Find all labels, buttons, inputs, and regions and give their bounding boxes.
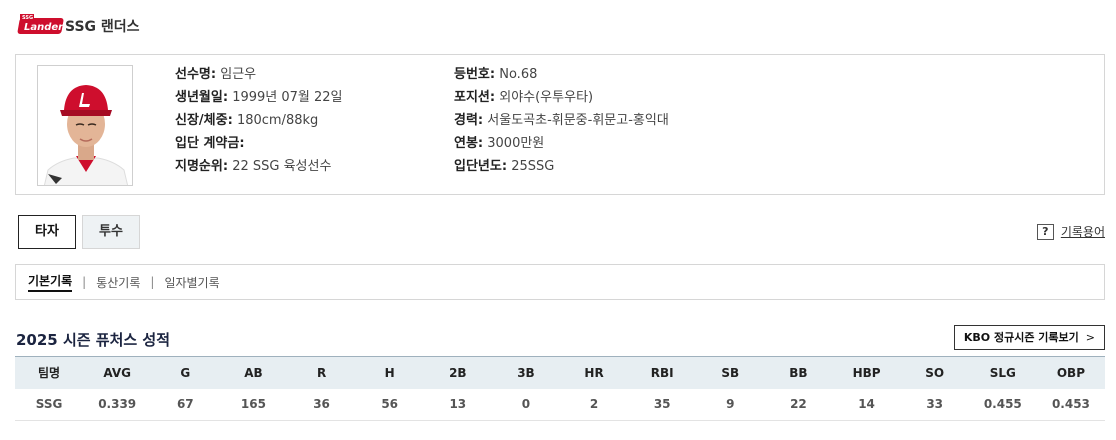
season-stats-table: 팀명 AVG G AB R H 2B 3B HR RBI SB BB HBP S… bbox=[15, 356, 1105, 421]
info-label: 경력: bbox=[454, 113, 484, 128]
col-header: RBI bbox=[628, 356, 697, 389]
table-cell: 67 bbox=[151, 388, 220, 421]
table-cell: 2 bbox=[560, 388, 629, 421]
info-value: 180cm/88kg bbox=[236, 113, 319, 128]
tab-batter[interactable]: 타자 bbox=[18, 215, 76, 249]
col-header: 2B bbox=[423, 356, 492, 389]
info-label: 선수명: bbox=[175, 67, 217, 82]
info-value: 25SSG bbox=[511, 159, 555, 174]
info-row-position: 포지션: 외야수(우투우타) bbox=[454, 88, 669, 111]
tab-pitcher[interactable]: 투수 bbox=[82, 215, 140, 249]
col-header: G bbox=[151, 356, 220, 389]
landers-logo-text: Landers bbox=[24, 22, 64, 33]
info-row-join-year: 입단년도: 25SSG bbox=[454, 157, 669, 180]
table-cell: 165 bbox=[219, 388, 288, 421]
glossary-link[interactable]: ? 기록용어 bbox=[1036, 223, 1105, 240]
col-header: AVG bbox=[83, 356, 152, 389]
col-header: SB bbox=[696, 356, 765, 389]
info-value: 서울도곡초-휘문중-휘문고-홍익대 bbox=[487, 113, 669, 128]
info-row-height-weight: 신장/체중: 180cm/88kg bbox=[175, 111, 343, 134]
stats-header-row: 팀명 AVG G AB R H 2B 3B HR RBI SB BB HBP S… bbox=[15, 356, 1105, 389]
info-row-career: 경력: 서울도곡초-휘문중-휘문고-홍익대 bbox=[454, 111, 669, 134]
table-cell: 35 bbox=[628, 388, 697, 421]
table-cell: 0 bbox=[491, 388, 560, 421]
info-value: 임근우 bbox=[220, 67, 257, 82]
info-row-birthdate: 생년월일: 1999년 07월 22일 bbox=[175, 88, 343, 111]
subtab-divider: | bbox=[150, 275, 155, 289]
table-cell: 33 bbox=[900, 388, 969, 421]
season-stats-title: 2025 시즌 퓨처스 성적 bbox=[16, 331, 171, 349]
info-row-signing-bonus: 입단 계약금: bbox=[175, 134, 343, 157]
profile-info-left: 선수명: 임근우 생년월일: 1999년 07월 22일 신장/체중: 180c… bbox=[175, 65, 343, 180]
table-cell: 0.455 bbox=[968, 388, 1037, 421]
player-profile-card: 선수명: 임근우 생년월일: 1999년 07월 22일 신장/체중: 180c… bbox=[15, 54, 1105, 195]
col-header: 3B bbox=[491, 356, 560, 389]
col-header: BB bbox=[764, 356, 833, 389]
table-cell: 14 bbox=[832, 388, 901, 421]
table-cell: 0.339 bbox=[83, 388, 152, 421]
info-label: 연봉: bbox=[454, 136, 484, 151]
info-value: 1999년 07월 22일 bbox=[232, 90, 343, 105]
info-row-draft: 지명순위: 22 SSG 육성선수 bbox=[175, 157, 343, 180]
subtab-career-records[interactable]: 통산기록 bbox=[96, 274, 140, 291]
col-header: SO bbox=[900, 356, 969, 389]
kbo-regular-season-button[interactable]: KBO 정규시즌 기록보기 > bbox=[953, 325, 1105, 350]
info-value: 22 SSG 육성선수 bbox=[232, 159, 332, 174]
glossary-label: 기록용어 bbox=[1060, 225, 1105, 239]
info-label: 생년월일: bbox=[175, 90, 229, 105]
table-cell: 9 bbox=[696, 388, 765, 421]
info-label: 입단 계약금: bbox=[175, 136, 245, 151]
info-row-salary: 연봉: 3000만원 bbox=[454, 134, 669, 157]
col-header: SLG bbox=[968, 356, 1037, 389]
info-value: 3000만원 bbox=[487, 136, 545, 151]
info-label: 지명순위: bbox=[175, 159, 229, 174]
player-portrait-icon bbox=[38, 66, 132, 185]
player-photo bbox=[37, 65, 133, 186]
info-label: 신장/체중: bbox=[175, 113, 233, 128]
team-name: SSG 랜더스 bbox=[65, 19, 140, 35]
info-row-name: 선수명: 임근우 bbox=[175, 65, 343, 88]
chevron-right-icon: > bbox=[1085, 331, 1095, 344]
table-cell: 36 bbox=[287, 388, 356, 421]
table-cell: 0.453 bbox=[1036, 388, 1105, 421]
help-icon: ? bbox=[1036, 223, 1054, 240]
record-subtabs: 기본기록 | 통산기록 | 일자별기록 bbox=[15, 264, 1105, 300]
table-row: SSG 0.339 67 165 36 56 13 0 2 35 9 22 14… bbox=[15, 388, 1105, 421]
subtab-divider: | bbox=[82, 275, 87, 289]
landers-logo: SSG Landers bbox=[17, 14, 64, 34]
col-header: OBP bbox=[1036, 356, 1105, 389]
table-cell: 22 bbox=[764, 388, 833, 421]
info-label: 입단년도: bbox=[454, 159, 508, 174]
profile-info-right: 등번호: No.68 포지션: 외야수(우투우타) 경력: 서울도곡초-휘문중-… bbox=[454, 65, 669, 180]
col-header: HBP bbox=[832, 356, 901, 389]
landers-logo-small-text: SSG bbox=[22, 15, 33, 21]
col-header: R bbox=[287, 356, 356, 389]
info-row-uniform-number: 등번호: No.68 bbox=[454, 65, 669, 88]
subtab-daily-records[interactable]: 일자별기록 bbox=[164, 274, 219, 291]
table-cell: SSG bbox=[15, 388, 84, 421]
col-header: H bbox=[355, 356, 424, 389]
col-header: HR bbox=[560, 356, 629, 389]
info-value: No.68 bbox=[499, 67, 538, 82]
col-header: 팀명 bbox=[15, 356, 84, 389]
subtab-basic-records[interactable]: 기본기록 bbox=[28, 272, 73, 292]
info-value: 외야수(우투우타) bbox=[499, 90, 594, 105]
col-header: AB bbox=[219, 356, 288, 389]
table-cell: 56 bbox=[355, 388, 424, 421]
table-cell: 13 bbox=[423, 388, 492, 421]
kbo-button-label: KBO 정규시즌 기록보기 bbox=[963, 331, 1079, 344]
team-brand[interactable]: SSG Landers SSG 랜더스 bbox=[16, 11, 140, 41]
info-label: 등번호: bbox=[454, 67, 496, 82]
info-label: 포지션: bbox=[454, 90, 496, 105]
